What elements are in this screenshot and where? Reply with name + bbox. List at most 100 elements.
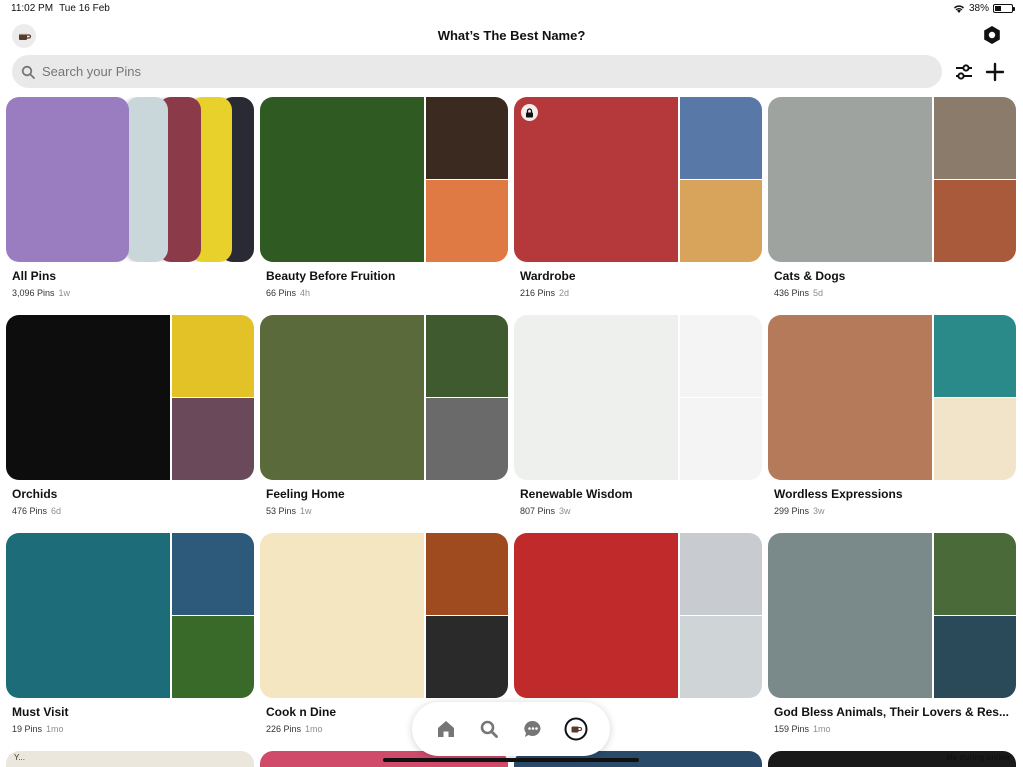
board-pin-count: 216 Pins (520, 288, 556, 298)
board-meta: 53 Pins 1w (266, 506, 312, 516)
board-tile[interactable]: Wordless Expressions 299 Pins 3w (768, 315, 1016, 525)
peek-text-left: Y... (14, 753, 25, 762)
board-side-image (680, 533, 762, 615)
tab-search[interactable] (474, 714, 504, 744)
board-age: 4h (300, 288, 311, 298)
tab-home[interactable] (431, 714, 461, 744)
board-meta: 19 Pins 1mo (12, 724, 64, 734)
board-side-image (172, 616, 254, 698)
board-name: God Bless Animals, Their Lovers & Res... (774, 705, 1009, 719)
status-bar: 11:02 PM Tue 16 Feb 38% (0, 0, 1023, 18)
search-icon (21, 65, 35, 79)
board-cover-collage (514, 315, 762, 480)
board-name: Must Visit (12, 705, 69, 719)
pin-thumbnail (6, 97, 129, 262)
filter-icon[interactable] (954, 62, 974, 82)
board-side-image (680, 315, 762, 397)
board-side-image (172, 533, 254, 615)
board-meta: 299 Pins 3w (774, 506, 825, 516)
board-age: 5d (813, 288, 824, 298)
board-side-image (426, 97, 508, 179)
board-side-image (680, 180, 762, 262)
header: What’s The Best Name? (0, 22, 1023, 48)
board-side-image (426, 616, 508, 698)
board-side-image (934, 616, 1016, 698)
board-meta: 3,096 Pins 1w (12, 288, 70, 298)
board-name: Cats & Dogs (774, 269, 846, 283)
settings-icon[interactable] (981, 24, 1003, 46)
board-pin-count: 66 Pins (266, 288, 297, 298)
board-cover-collage (6, 315, 254, 480)
search-icon (480, 720, 499, 738)
board-cover-collage (260, 315, 508, 480)
board-tile[interactable]: Feeling Home 53 Pins 1w (260, 315, 508, 525)
board-age: 3w (559, 506, 571, 516)
board-age: 3w (813, 506, 825, 516)
search-row (12, 55, 1012, 88)
board-side-image (934, 315, 1016, 397)
board-pin-count: 3,096 Pins (12, 288, 55, 298)
board-cover-image (514, 315, 678, 480)
board-side-image (934, 97, 1016, 179)
board-tile-peek[interactable] (6, 751, 254, 767)
board-cover-image (260, 315, 424, 480)
board-cover-image (514, 533, 678, 698)
board-cover-image (768, 97, 932, 262)
search-input[interactable] (42, 64, 892, 79)
board-cover-image (260, 97, 424, 262)
board-tile[interactable]: God Bless Animals, Their Lovers & Res...… (768, 533, 1016, 743)
board-pin-count: 436 Pins (774, 288, 810, 298)
board-cover-image (6, 315, 170, 480)
board-tile[interactable]: Orchids 476 Pins 6d (6, 315, 254, 525)
peek-text-right: Me during online (946, 753, 1010, 762)
board-tile[interactable]: Renewable Wisdom 807 Pins 3w (514, 315, 762, 525)
tab-messages[interactable] (518, 714, 548, 744)
search-bar[interactable] (12, 55, 942, 88)
board-age: 1mo (46, 724, 64, 734)
board-name: All Pins (12, 269, 57, 283)
board-cover-image (514, 97, 678, 262)
board-cover-collage (6, 533, 254, 698)
board-cover-collage (514, 533, 762, 698)
board-side-image (426, 315, 508, 397)
board-cover-collage (260, 533, 508, 698)
board-meta: 216 Pins 2d (520, 288, 569, 298)
board-side-image (934, 398, 1016, 480)
board-age: 1w (58, 288, 71, 298)
add-icon[interactable] (984, 61, 1006, 83)
board-name: Orchids (12, 487, 58, 501)
board-side-image (172, 315, 254, 397)
board-tile[interactable]: Must Visit 19 Pins 1mo (6, 533, 254, 743)
board-cover-image (260, 533, 424, 698)
board-meta: 436 Pins 5d (774, 288, 823, 298)
board-name: Feeling Home (266, 487, 345, 501)
board-side-image (172, 398, 254, 480)
board-side-image (934, 180, 1016, 262)
board-cover-collage (768, 315, 1016, 480)
board-pin-count: 299 Pins (774, 506, 810, 516)
tab-profile[interactable] (561, 714, 591, 744)
board-tile[interactable]: Cats & Dogs 436 Pins 5d (768, 97, 1016, 307)
board-cover-collage (260, 97, 508, 262)
board-side-image (680, 97, 762, 179)
board-cover-collage (514, 97, 762, 262)
board-pin-count: 226 Pins (266, 724, 302, 734)
avatar-icon (564, 717, 588, 741)
board-cover-image (768, 533, 932, 698)
home-icon (437, 721, 454, 737)
wifi-icon (953, 5, 964, 13)
board-tile[interactable]: Beauty Before Fruition 66 Pins 4h (260, 97, 508, 307)
board-side-image (934, 533, 1016, 615)
status-date: Tue 16 Feb (59, 3, 110, 14)
board-tile[interactable]: All Pins 3,096 Pins 1w (6, 97, 254, 307)
board-name: Beauty Before Fruition (266, 269, 396, 283)
status-time: 11:02 PM (11, 3, 54, 14)
board-side-image (426, 533, 508, 615)
board-age: 1w (300, 506, 312, 516)
lock-icon (521, 104, 538, 121)
board-side-image (426, 180, 508, 262)
board-meta: 476 Pins 6d (12, 506, 61, 516)
board-tile[interactable]: Wardrobe 216 Pins 2d (514, 97, 762, 307)
board-name: Wordless Expressions (774, 487, 903, 501)
board-age: 1mo (813, 724, 831, 734)
